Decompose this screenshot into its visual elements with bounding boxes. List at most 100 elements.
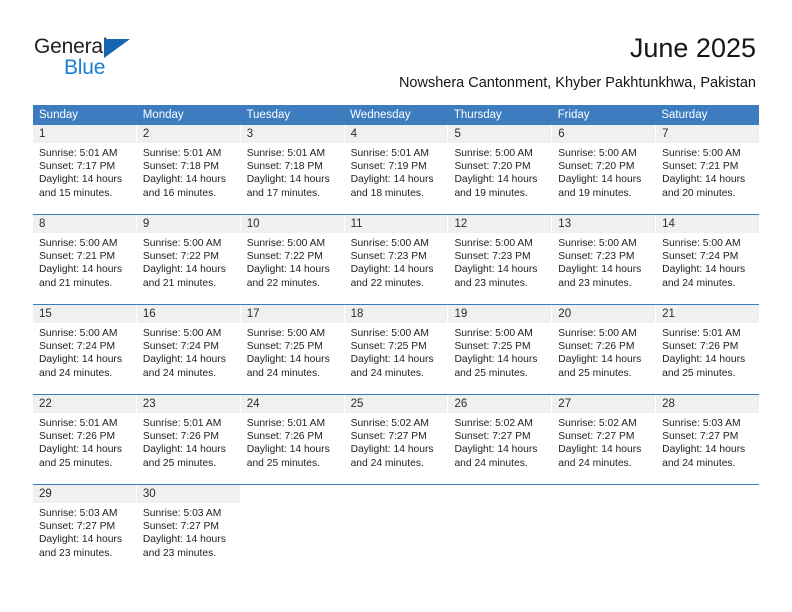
calendar-day-cell[interactable]: 12 Sunrise: 5:00 AM Sunset: 7:23 PM Dayligh… — [448, 215, 553, 304]
calendar-day-cell[interactable]: 14 Sunrise: 5:00 AM Sunset: 7:24 PM Dayligh… — [656, 215, 760, 304]
calendar-week-row: 15 Sunrise: 5:00 AM Sunset: 7:24 PM Dayligh… — [33, 304, 760, 394]
calendar-day-cell[interactable]: 10 Sunrise: 5:00 AM Sunset: 7:22 PM Dayligh… — [240, 215, 345, 304]
calendar-day-cell[interactable]: 17 Sunrise: 5:00 AM Sunset: 7:25 PM Dayligh… — [240, 305, 345, 394]
day-number: 25 — [344, 395, 448, 413]
day-sun-info: Sunrise: 5:00 AM Sunset: 7:22 PM Daylight:… — [137, 233, 240, 290]
sunset-time: Sunset: 7:27 PM — [350, 431, 427, 443]
calendar-day-cell[interactable]: 21 Sunrise: 5:01 AM Sunset: 7:26 PM Dayligh… — [656, 305, 760, 394]
daylight-duration-line1: Daylight: 14 hours — [350, 354, 434, 366]
sunset-time: Sunset: 7:27 PM — [454, 431, 531, 443]
daylight-duration-line2: and 22 minutes. — [350, 277, 424, 289]
calendar-day-cell-empty — [448, 485, 553, 574]
calendar-day-cell[interactable]: 15 Sunrise: 5:00 AM Sunset: 7:24 PM Dayligh… — [33, 305, 137, 394]
sunset-time: Sunset: 7:27 PM — [662, 431, 739, 443]
sunrise-time: Sunrise: 5:03 AM — [142, 508, 222, 519]
calendar-day-cell[interactable]: 28 Sunrise: 5:03 AM Sunset: 7:27 PM Dayligh… — [656, 395, 760, 484]
sunrise-time: Sunrise: 5:03 AM — [39, 508, 118, 519]
daylight-duration-line2: and 20 minutes. — [662, 187, 736, 199]
sunrise-time: Sunrise: 5:00 AM — [558, 328, 637, 339]
sunrise-time: Sunrise: 5:01 AM — [662, 328, 741, 339]
calendar-day-cell[interactable]: 4 Sunrise: 5:01 AM Sunset: 7:19 PM Daylight… — [344, 125, 449, 214]
sunrise-time: Sunrise: 5:01 AM — [350, 148, 429, 159]
calendar-day-cell[interactable]: 24 Sunrise: 5:01 AM Sunset: 7:26 PM Dayligh… — [240, 395, 345, 484]
daylight-duration-line1: Daylight: 14 hours — [350, 444, 434, 456]
calendar-week-row: 29 Sunrise: 5:03 AM Sunset: 7:27 PM Dayligh… — [33, 484, 760, 574]
calendar-day-cell[interactable]: 3 Sunrise: 5:01 AM Sunset: 7:18 PM Daylight… — [240, 125, 345, 214]
sunset-time: Sunset: 7:27 PM — [142, 521, 219, 533]
calendar-day-cell[interactable]: 29 Sunrise: 5:03 AM Sunset: 7:27 PM Dayligh… — [33, 485, 137, 574]
calendar-day-cell[interactable]: 6 Sunrise: 5:00 AM Sunset: 7:20 PM Daylight… — [552, 125, 657, 214]
calendar-day-cell[interactable]: 30 Sunrise: 5:03 AM Sunset: 7:27 PM Dayligh… — [136, 485, 241, 574]
sunrise-time: Sunrise: 5:01 AM — [39, 418, 118, 429]
calendar-day-cell[interactable]: 26 Sunrise: 5:02 AM Sunset: 7:27 PM Dayligh… — [448, 395, 553, 484]
day-number: 24 — [240, 395, 344, 413]
day-number: 19 — [448, 305, 552, 323]
sunset-time: Sunset: 7:20 PM — [454, 161, 531, 173]
weekday-header-wednesday: Wednesday — [350, 109, 411, 121]
calendar-week-row: 1 Sunrise: 5:01 AM Sunset: 7:17 PM Daylight… — [33, 125, 760, 214]
calendar-grid: Sunday Monday Tuesday Wednesday Thursday Frid… — [33, 105, 760, 574]
calendar-day-cell[interactable]: 16 Sunrise: 5:00 AM Sunset: 7:24 PM Dayligh… — [136, 305, 241, 394]
daylight-duration-line1: Daylight: 14 hours — [662, 264, 746, 276]
sunrise-time: Sunrise: 5:00 AM — [662, 238, 741, 249]
calendar-day-cell[interactable]: 7 Sunrise: 5:00 AM Sunset: 7:21 PM Daylight… — [656, 125, 760, 214]
day-sun-info: Sunrise: 5:03 AM Sunset: 7:27 PM Daylight:… — [33, 503, 136, 560]
day-number: 14 — [656, 215, 760, 233]
calendar-day-cell[interactable]: 9 Sunrise: 5:00 AM Sunset: 7:22 PM Daylight… — [136, 215, 241, 304]
sunrise-time: Sunrise: 5:00 AM — [39, 328, 118, 339]
sunrise-time: Sunrise: 5:00 AM — [558, 238, 637, 249]
daylight-duration-line2: and 24 minutes. — [662, 277, 736, 289]
day-number: 13 — [552, 215, 656, 233]
day-number — [552, 485, 656, 503]
calendar-day-cell[interactable]: 13 Sunrise: 5:00 AM Sunset: 7:23 PM Dayligh… — [552, 215, 657, 304]
calendar-day-cell[interactable]: 1 Sunrise: 5:01 AM Sunset: 7:17 PM Daylight… — [33, 125, 137, 214]
daylight-duration-line2: and 18 minutes. — [350, 187, 424, 199]
sunset-time: Sunset: 7:20 PM — [558, 161, 635, 173]
sunrise-time: Sunrise: 5:01 AM — [246, 418, 326, 429]
calendar-day-cell[interactable]: 25 Sunrise: 5:02 AM Sunset: 7:27 PM Dayligh… — [344, 395, 449, 484]
daylight-duration-line1: Daylight: 14 hours — [246, 264, 330, 276]
week-days: 8 Sunrise: 5:00 AM Sunset: 7:21 PM Daylight… — [33, 215, 760, 304]
sunset-time: Sunset: 7:18 PM — [142, 161, 219, 173]
daylight-duration-line2: and 19 minutes. — [558, 187, 632, 199]
sunset-time: Sunset: 7:26 PM — [246, 431, 323, 443]
daylight-duration-line1: Daylight: 14 hours — [350, 264, 434, 276]
sunrise-time: Sunrise: 5:00 AM — [142, 328, 222, 339]
calendar-day-cell-empty — [344, 485, 449, 574]
daylight-duration-line1: Daylight: 14 hours — [142, 174, 226, 186]
sunset-time: Sunset: 7:24 PM — [662, 251, 739, 263]
daylight-duration-line1: Daylight: 14 hours — [558, 444, 642, 456]
sunset-time: Sunset: 7:26 PM — [39, 431, 116, 443]
calendar-day-cell[interactable]: 2 Sunrise: 5:01 AM Sunset: 7:18 PM Daylight… — [136, 125, 241, 214]
sunset-time: Sunset: 7:26 PM — [142, 431, 219, 443]
calendar-day-cell[interactable]: 18 Sunrise: 5:00 AM Sunset: 7:25 PM Dayligh… — [344, 305, 449, 394]
day-sun-info: Sunrise: 5:02 AM Sunset: 7:27 PM Daylight:… — [448, 413, 551, 470]
weekday-header-thursday: Thursday — [453, 109, 502, 121]
day-number: 18 — [344, 305, 448, 323]
calendar-day-cell[interactable]: 22 Sunrise: 5:01 AM Sunset: 7:26 PM Dayligh… — [33, 395, 137, 484]
day-sun-info: Sunrise: 5:03 AM Sunset: 7:27 PM Daylight:… — [137, 503, 240, 560]
sunset-time: Sunset: 7:27 PM — [39, 521, 116, 533]
sunset-time: Sunset: 7:18 PM — [246, 161, 323, 173]
day-number: 22 — [33, 395, 136, 413]
calendar-day-cell[interactable]: 23 Sunrise: 5:01 AM Sunset: 7:26 PM Dayligh… — [136, 395, 241, 484]
calendar-day-cell-empty — [240, 485, 345, 574]
day-number: 9 — [136, 215, 240, 233]
daylight-duration-line1: Daylight: 14 hours — [246, 354, 330, 366]
daylight-duration-line1: Daylight: 14 hours — [662, 444, 746, 456]
day-sun-info: Sunrise: 5:00 AM Sunset: 7:24 PM Daylight:… — [137, 323, 240, 380]
daylight-duration-line2: and 25 minutes. — [246, 457, 320, 469]
sunset-time: Sunset: 7:17 PM — [39, 161, 116, 173]
sunset-time: Sunset: 7:22 PM — [142, 251, 219, 263]
calendar-day-cell[interactable]: 27 Sunrise: 5:02 AM Sunset: 7:27 PM Dayligh… — [552, 395, 657, 484]
sunset-time: Sunset: 7:19 PM — [350, 161, 427, 173]
calendar-day-cell-empty — [656, 485, 760, 574]
sunrise-time: Sunrise: 5:00 AM — [454, 328, 533, 339]
calendar-day-cell[interactable]: 5 Sunrise: 5:00 AM Sunset: 7:20 PM Daylight… — [448, 125, 553, 214]
calendar-day-cell[interactable]: 11 Sunrise: 5:00 AM Sunset: 7:23 PM Dayligh… — [344, 215, 449, 304]
calendar-day-cell[interactable]: 20 Sunrise: 5:00 AM Sunset: 7:26 PM Dayligh… — [552, 305, 657, 394]
daylight-duration-line2: and 25 minutes. — [39, 457, 113, 469]
calendar-day-cell[interactable]: 19 Sunrise: 5:00 AM Sunset: 7:25 PM Dayligh… — [448, 305, 553, 394]
calendar-week-row: 8 Sunrise: 5:00 AM Sunset: 7:21 PM Daylight… — [33, 214, 760, 304]
calendar-day-cell[interactable]: 8 Sunrise: 5:00 AM Sunset: 7:21 PM Daylight… — [33, 215, 137, 304]
